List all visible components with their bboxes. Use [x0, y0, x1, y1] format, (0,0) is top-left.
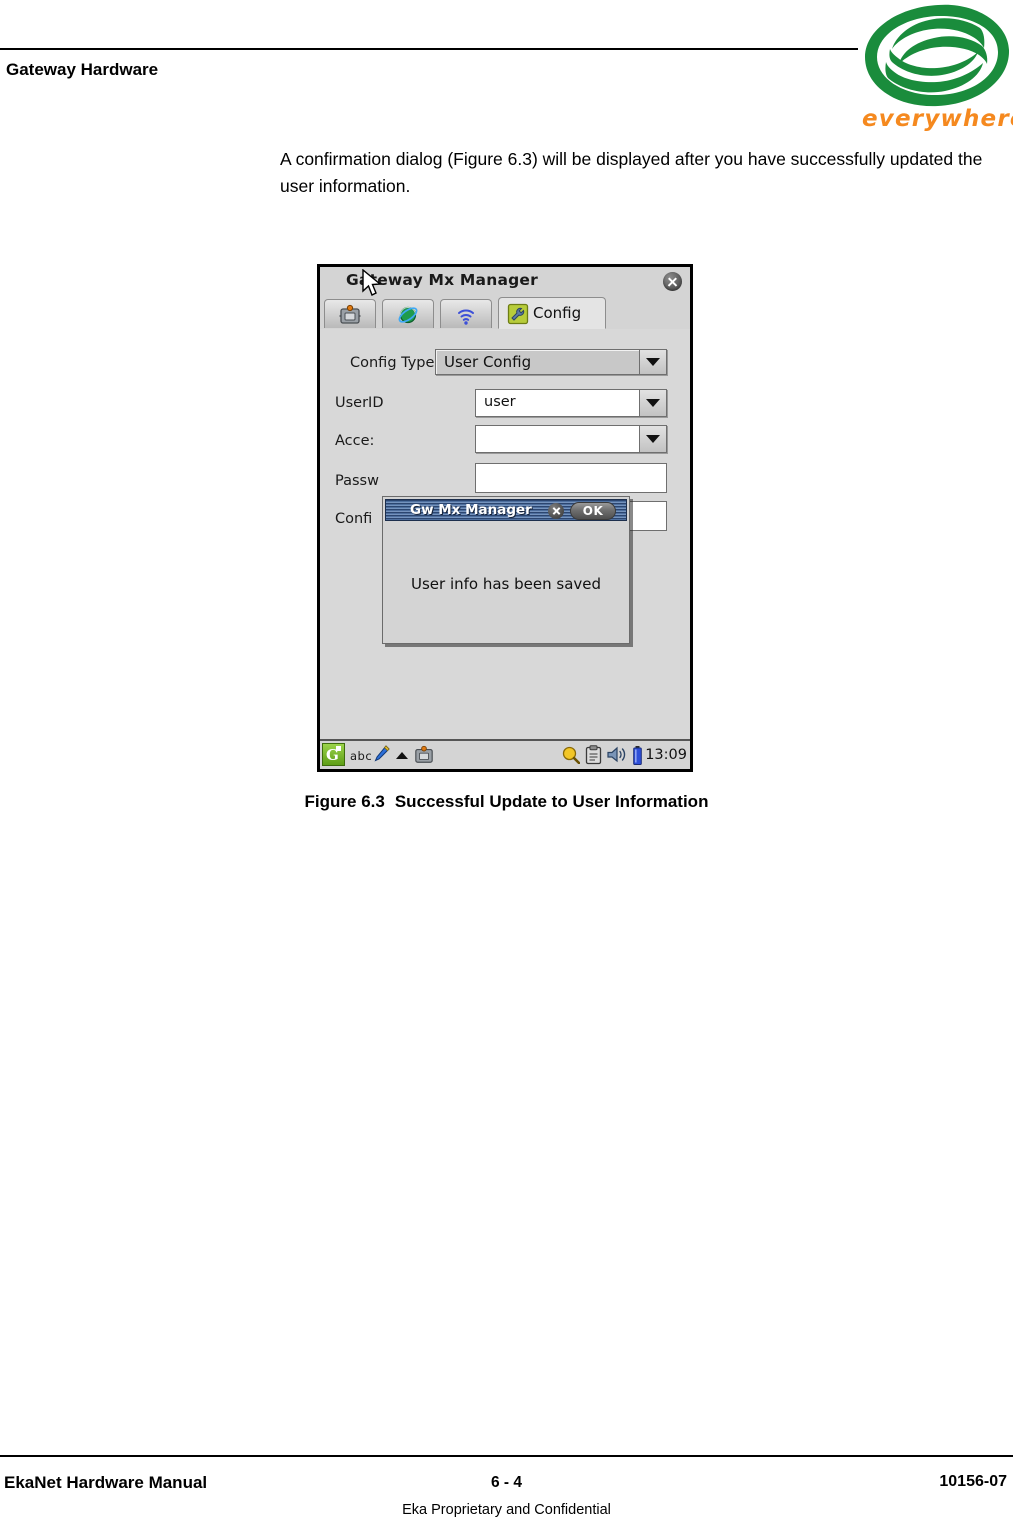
figure-caption: Figure 6.3 Successful Update to User Info… — [0, 792, 1013, 812]
config-pane: Config Type User Config UserID user Acce… — [320, 329, 690, 741]
chevron-down-icon — [646, 399, 660, 407]
access-level-chevron[interactable] — [639, 426, 666, 452]
device-icon — [339, 304, 361, 324]
chevron-up-icon[interactable] — [396, 752, 408, 759]
dialog-close-button[interactable] — [548, 503, 564, 519]
password-field[interactable] — [475, 463, 667, 493]
confirm-password-label: Confi — [335, 511, 373, 527]
start-menu-icon[interactable]: G — [322, 743, 345, 766]
mouse-cursor-icon — [362, 269, 382, 296]
wifi-signal-icon — [458, 309, 474, 325]
clock-time[interactable]: 13:09 — [645, 747, 687, 763]
device-screenshot: Gateway Mx Manager Config Config Type Us… — [317, 264, 693, 772]
start-glyph-icon: G — [326, 746, 341, 764]
dialog-title: Gw Mx Manager — [410, 502, 532, 518]
magnifier-icon[interactable] — [562, 746, 580, 764]
dialog-message: User info has been saved — [410, 575, 602, 593]
page-header-title: Gateway Hardware — [6, 60, 159, 79]
config-type-value: User Config — [444, 353, 532, 371]
footer-confidentiality-note: Eka Proprietary and Confidential — [402, 1502, 611, 1518]
tab-config[interactable]: Config — [498, 297, 606, 329]
footer-page-number: 6 - 4 — [490, 1474, 522, 1491]
clipboard-icon[interactable] — [585, 745, 602, 765]
speaker-icon[interactable] — [606, 746, 628, 764]
logo-wordmark: everywhere — [862, 106, 1013, 132]
device-screen: Gateway Mx Manager Config Config Type Us… — [320, 267, 690, 769]
password-label: Passw — [335, 473, 379, 489]
userid-label: UserID — [335, 395, 384, 411]
userid-chevron[interactable] — [639, 390, 666, 416]
chevron-down-icon — [646, 358, 660, 366]
footer-doc-number: 10156-07 — [939, 1473, 1007, 1490]
dialog-ok-button[interactable]: OK — [570, 502, 616, 520]
tab-config-label: Config — [533, 304, 582, 322]
tab-device[interactable] — [324, 299, 376, 328]
figure-caption-number: Figure 6.3 — [304, 792, 385, 811]
confirmation-dialog: Gw Mx Manager OK User info has been save… — [382, 496, 630, 644]
userid-combo[interactable]: user — [475, 389, 667, 417]
brand-logo: everywhere — [862, 2, 1013, 142]
header-divider — [0, 48, 858, 50]
wrench-config-icon — [507, 303, 529, 325]
access-level-combo[interactable] — [475, 425, 667, 453]
app-close-button[interactable] — [663, 272, 682, 291]
device-icon[interactable] — [414, 745, 434, 765]
input-mode-label[interactable]: abc — [350, 749, 372, 763]
tab-strip: Config — [320, 297, 690, 360]
footer-divider — [0, 1455, 1013, 1457]
everywhere-swirl-icon — [865, 4, 1010, 107]
battery-icon[interactable] — [633, 746, 642, 765]
config-type-label: Config Type — [350, 355, 435, 371]
access-level-label: Acce: — [335, 433, 375, 449]
config-type-combo[interactable]: User Config — [435, 349, 667, 375]
dialog-titlebar: Gw Mx Manager OK — [385, 499, 627, 521]
chevron-down-icon — [646, 435, 660, 443]
dialog-ok-label: OK — [582, 504, 604, 518]
body-paragraph: A confirmation dialog (Figure 6.3) will … — [280, 149, 983, 196]
pencil-icon[interactable] — [374, 745, 390, 763]
tab-network[interactable] — [382, 299, 434, 328]
globe-network-icon — [398, 306, 418, 324]
figure-caption-text: Successful Update to User Information — [394, 792, 709, 811]
userid-value: user — [484, 394, 516, 410]
config-type-chevron[interactable] — [639, 350, 666, 374]
device-statusbar: G abc 13:09 — [320, 739, 690, 769]
tab-wireless[interactable] — [440, 299, 492, 328]
